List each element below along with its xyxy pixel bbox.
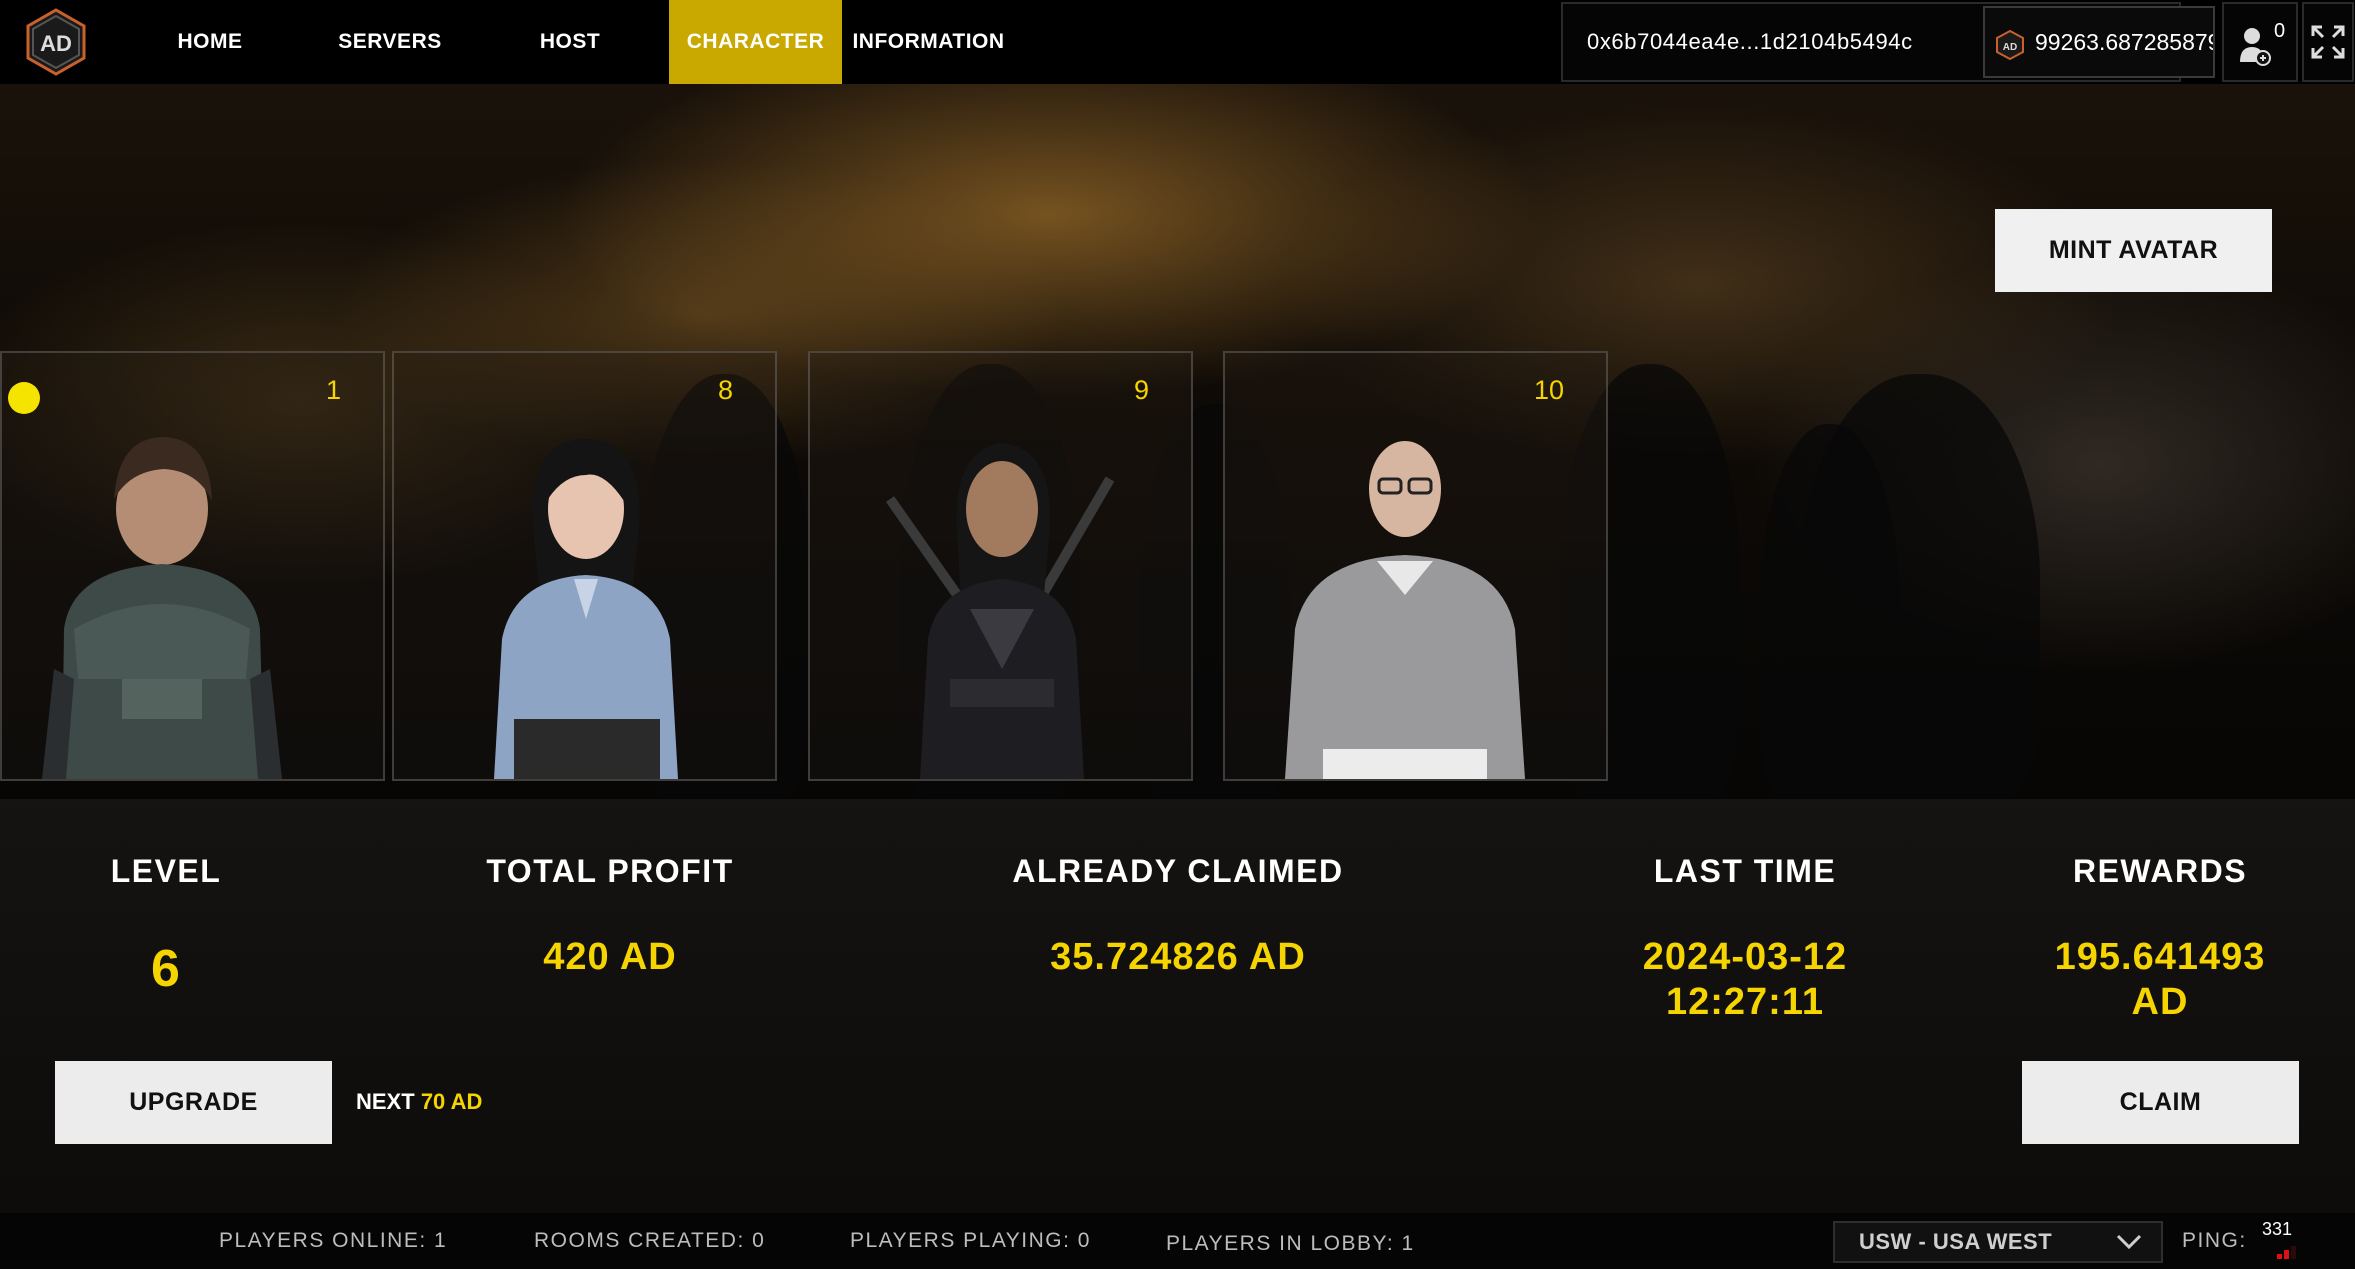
region-select[interactable]: USW - USA WEST bbox=[1833, 1221, 2163, 1263]
last-time-time: 12:27:11 bbox=[1665, 981, 1824, 1023]
fullscreen-button[interactable] bbox=[2302, 2, 2354, 82]
avatar-card[interactable]: 1 bbox=[0, 351, 385, 781]
nav-character[interactable]: CHARACTER bbox=[669, 0, 842, 84]
rewards-unit: AD bbox=[2131, 981, 2189, 1023]
chevron-down-icon bbox=[2116, 1234, 2142, 1250]
ad-token-icon: AD bbox=[1996, 30, 2024, 60]
region-value: USW - USA WEST bbox=[1859, 1229, 2053, 1254]
already-claimed-label: ALREADY CLAIMED bbox=[1012, 853, 1344, 889]
online-users-button[interactable]: 0 bbox=[2222, 2, 2298, 82]
avatar-portrait bbox=[885, 443, 1115, 779]
nav-home[interactable]: HOME bbox=[150, 0, 270, 84]
rewards-panel: LEVEL 6 TOTAL PROFIT 420 AD ALREADY CLAI… bbox=[0, 799, 2355, 1213]
user-icon bbox=[2240, 28, 2271, 66]
avatar-portrait bbox=[494, 439, 678, 779]
rooms-created: ROOMS CREATED: 0 bbox=[534, 1229, 766, 1252]
svg-text:AD: AD bbox=[40, 31, 72, 56]
signal-strength-icon bbox=[2277, 1246, 2296, 1259]
rewards-value: 195.641493 bbox=[2054, 936, 2266, 978]
last-time-date: 2024-03-12 bbox=[1642, 936, 1848, 978]
next-label: NEXT bbox=[356, 1089, 415, 1114]
claim-button[interactable]: CLAIM bbox=[2022, 1061, 2299, 1144]
online-users-count: 0 bbox=[2274, 20, 2286, 42]
already-claimed-value: 35.724826 AD bbox=[1050, 936, 1306, 978]
soldier-silhouette bbox=[1800, 374, 2040, 799]
ping-value: 331 bbox=[2262, 1219, 2293, 1239]
nav-servers[interactable]: SERVERS bbox=[320, 0, 460, 84]
players-in-lobby: PLAYERS IN LOBBY: 1 bbox=[1166, 1232, 1415, 1255]
nav-information[interactable]: INFORMATION bbox=[850, 0, 1007, 84]
token-balance: 99263.6872858790 bbox=[2035, 28, 2215, 55]
players-playing: PLAYERS PLAYING: 0 bbox=[850, 1229, 1091, 1252]
level-label: LEVEL bbox=[110, 853, 222, 889]
upgrade-button[interactable]: UPGRADE bbox=[55, 1061, 332, 1144]
app-logo-icon[interactable]: AD bbox=[22, 8, 90, 76]
character-hero: MINT AVATAR 1 8 9 10 bbox=[0, 84, 2355, 799]
avatar-card[interactable]: 10 bbox=[1223, 351, 1608, 781]
status-bar: PLAYERS ONLINE: 1 ROOMS CREATED: 0 PLAYE… bbox=[0, 1213, 2355, 1269]
last-time-label: LAST TIME bbox=[1653, 853, 1837, 889]
players-online: PLAYERS ONLINE: 1 bbox=[219, 1229, 448, 1252]
avatar-portrait bbox=[42, 437, 282, 779]
avatar-card[interactable]: 9 bbox=[808, 351, 1193, 781]
top-nav-bar: AD HOME SERVERS HOST CHARACTER INFORMATI… bbox=[0, 0, 2355, 84]
token-balance-box: AD 99263.6872858790 bbox=[1983, 6, 2215, 78]
level-value: 6 bbox=[151, 940, 181, 998]
next-amount: 70 AD bbox=[420, 1089, 483, 1114]
fullscreen-icon bbox=[2311, 25, 2345, 59]
avatar-portrait bbox=[1285, 441, 1525, 779]
nav-host[interactable]: HOST bbox=[505, 0, 635, 84]
svg-text:AD: AD bbox=[2003, 42, 2017, 53]
avatar-card[interactable]: 8 bbox=[392, 351, 777, 781]
ping-label: PING: bbox=[2182, 1229, 2247, 1252]
next-upgrade-cost: NEXT 70 AD bbox=[356, 1089, 482, 1115]
rewards-label: REWARDS bbox=[2072, 853, 2248, 889]
mint-avatar-button[interactable]: MINT AVATAR bbox=[1995, 209, 2272, 292]
wallet-address: 0x6b7044ea4e...1d2104b5494c bbox=[1587, 29, 1913, 54]
total-profit-label: TOTAL PROFIT bbox=[486, 853, 734, 889]
total-profit-value: 420 AD bbox=[543, 936, 677, 978]
